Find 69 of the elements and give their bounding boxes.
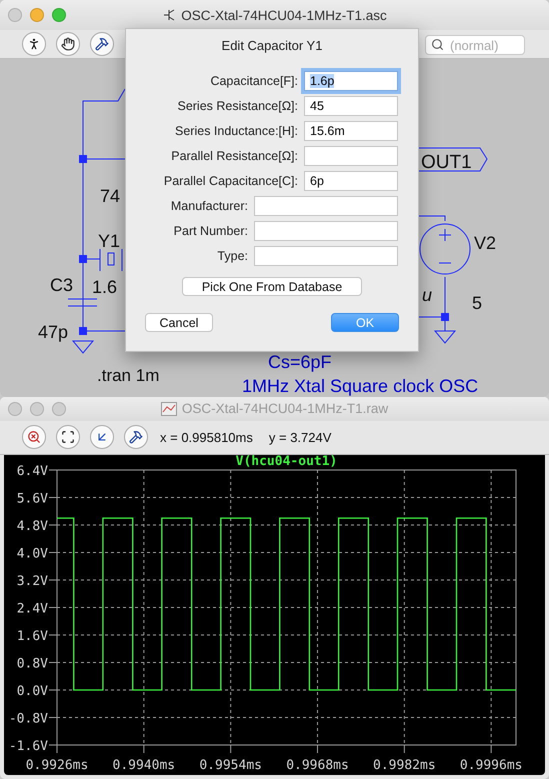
field-label: Series Inductance:[H]:	[175, 124, 298, 138]
window-title: OSC-Xtal-74HCU04-1MHz-T1.asc	[181, 8, 387, 22]
input-field[interactable]	[254, 196, 398, 216]
component-label: C3	[50, 275, 74, 295]
axis-tick-label: 0.9926ms	[26, 758, 88, 773]
database-button[interactable]: Pick One From Database	[182, 277, 362, 296]
component-label: 5	[472, 293, 482, 313]
zoom-out-icon[interactable]	[22, 425, 46, 450]
zoom-button[interactable]	[52, 8, 66, 22]
running-figure-icon[interactable]	[22, 32, 46, 56]
input-field[interactable]: 45	[304, 96, 398, 116]
axis-tick-label: 4.8V	[16, 519, 48, 534]
axis-tick-label: 0.9940ms	[112, 758, 176, 773]
cursor-x-readout: x = 0.995810ms	[160, 430, 253, 445]
cursor-y-readout: y = 3.724V	[268, 430, 332, 445]
input-field[interactable]: 6p	[304, 171, 398, 191]
component-label: 1.6	[92, 277, 118, 297]
minimize-button[interactable]	[30, 402, 44, 416]
axis-tick-label: 0.9954ms	[199, 758, 262, 773]
axis-tick-label: 5.6V	[16, 492, 48, 506]
chart-icon	[160, 402, 177, 416]
axis-tick-label: 1.6V	[16, 629, 48, 644]
component-label: Y1	[98, 231, 120, 251]
axis-tick-label: 4.0V	[16, 546, 48, 562]
input-field[interactable]	[254, 221, 398, 241]
input-field[interactable]	[254, 246, 398, 266]
component-label: u	[422, 285, 432, 305]
schematic-comment: 1MHz Xtal Square clock OSC	[242, 376, 478, 396]
zoom-button[interactable]	[52, 402, 66, 416]
axis-tick-label: 0.9968ms	[286, 758, 349, 773]
field-label: Part Number:	[174, 224, 248, 238]
axis-tick-label: 3.2V	[16, 574, 48, 589]
field-label: Series Resistance[Ω]:	[177, 99, 298, 113]
field-label: Manufacturer:	[170, 199, 248, 213]
net-label: OUT1	[421, 152, 472, 173]
axis-tick-label: 0.8V	[16, 656, 48, 672]
axis-tick-label: 6.4V	[16, 464, 48, 479]
hammer-icon[interactable]	[90, 32, 114, 56]
field-label: Capacitance[F]:	[210, 74, 298, 88]
autorange-icon[interactable]	[56, 425, 80, 450]
input-field[interactable]	[304, 146, 398, 166]
cancel-button[interactable]: Cancel	[145, 313, 213, 332]
component-label: 47p	[38, 322, 68, 342]
transistor-icon	[162, 8, 176, 22]
minimize-button[interactable]	[30, 8, 44, 22]
input-field[interactable]: 1.6p	[304, 71, 398, 91]
axis-tick-label: 0.0V	[16, 684, 48, 699]
window-title: OSC-Xtal-74HCU04-1MHz-T1.raw	[182, 401, 388, 416]
axis-tick-label: 2.4V	[16, 602, 48, 616]
hammer-icon[interactable]	[124, 425, 148, 450]
spice-directive: .tran 1m	[97, 366, 160, 385]
axis-tick-label: 0.9996ms	[460, 758, 522, 773]
chart-title: V(hcu04-out1)	[236, 455, 338, 469]
component-label: 74	[100, 186, 120, 206]
schematic-comment: Cs=6pF	[268, 352, 332, 372]
close-button[interactable]	[8, 8, 22, 22]
axis-tick-label: 0.9982ms	[373, 758, 436, 773]
input-field[interactable]: 15.6m	[304, 121, 398, 141]
component-label: V2	[474, 233, 496, 253]
search-icon	[431, 38, 444, 51]
dialog-title: Edit Capacitor Y1	[222, 38, 322, 53]
close-button[interactable]	[8, 402, 22, 416]
axis-tick-label: -1.6V	[8, 739, 48, 754]
axis-tick-label: -0.8V	[8, 712, 48, 726]
hand-icon[interactable]	[56, 32, 80, 56]
search-field[interactable]: (normal)	[425, 35, 525, 55]
field-label: Type:	[217, 249, 248, 263]
field-label: Parallel Capacitance[C]:	[164, 174, 298, 188]
field-label: Parallel Resistance[Ω]:	[171, 149, 298, 163]
